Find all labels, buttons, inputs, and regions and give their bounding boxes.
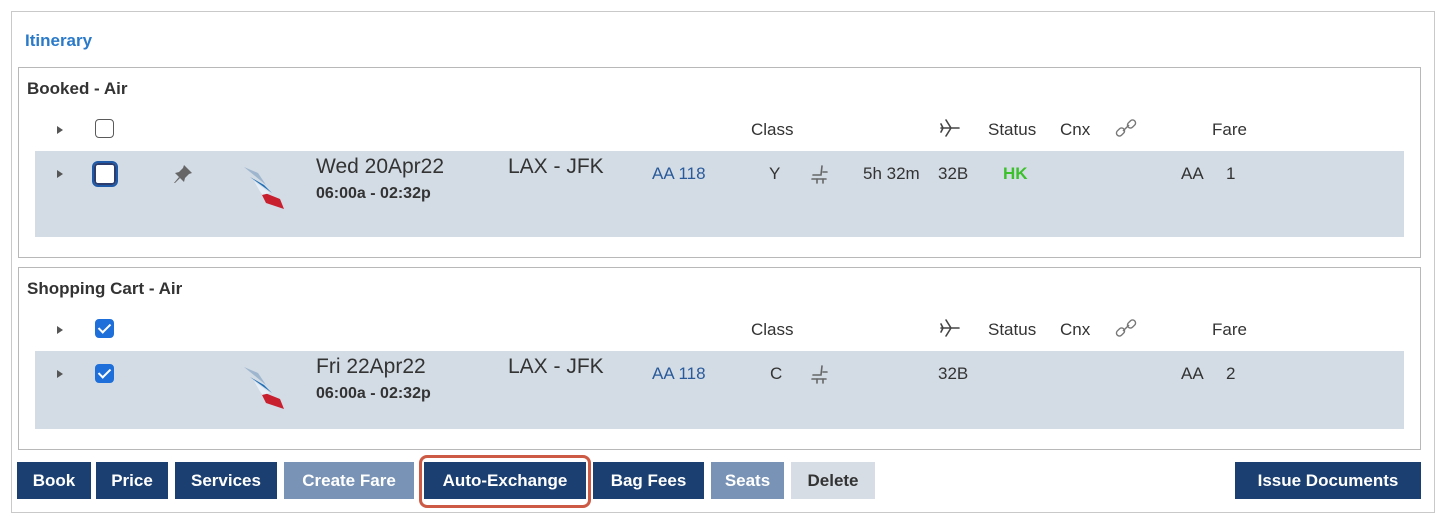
- seat-icon[interactable]: [809, 363, 831, 390]
- expand-segment-caret-icon[interactable]: [57, 170, 63, 178]
- shopping-cart-air-panel: Shopping Cart - Air Class Status Cnx Far…: [18, 267, 1421, 450]
- fare-column-header: Fare: [1212, 120, 1247, 139]
- itinerary-title: Itinerary: [25, 31, 93, 50]
- class-column-header: Class: [751, 120, 794, 139]
- cart-segment-class: C: [770, 364, 783, 383]
- cart-segment-equipment: 32B: [938, 364, 969, 383]
- bag-fees-button[interactable]: Bag Fees: [593, 462, 704, 499]
- booked-segment-status: HK: [1003, 164, 1028, 183]
- cart-select-all-checkbox[interactable]: [95, 319, 114, 338]
- booked-segment-flight-link[interactable]: AA 118: [652, 164, 706, 184]
- cnx-column-header: Cnx: [1060, 320, 1091, 339]
- seat-icon[interactable]: [809, 163, 831, 190]
- airplane-icon: [939, 318, 961, 343]
- booked-segment-fare: 1: [1226, 164, 1236, 183]
- cart-segment-route: LAX - JFK: [508, 355, 604, 378]
- booked-segment-duration: 5h 32m: [863, 164, 920, 183]
- expand-segment-caret-icon[interactable]: [57, 370, 63, 378]
- american-airlines-logo-icon: [240, 163, 290, 218]
- booked-segment-route: LAX - JFK: [508, 155, 604, 178]
- booked-segment-equipment: 32B: [938, 164, 969, 183]
- booked-air-panel: Booked - Air Class Status Cnx Fare Wed 2…: [18, 67, 1421, 258]
- auto-exchange-highlight: [419, 455, 591, 508]
- delete-button[interactable]: Delete: [791, 462, 875, 499]
- booked-segment-checkbox[interactable]: [92, 161, 118, 187]
- create-fare-button[interactable]: Create Fare: [284, 462, 414, 499]
- cart-segment-checkbox[interactable]: [95, 364, 114, 383]
- airplane-icon: [939, 118, 961, 143]
- seats-button[interactable]: Seats: [711, 462, 784, 499]
- expand-all-caret-icon[interactable]: [57, 126, 63, 134]
- cnx-column-header: Cnx: [1060, 120, 1091, 139]
- link-chain-icon: [1113, 316, 1141, 347]
- pin-icon[interactable]: [172, 163, 194, 190]
- cart-segment-row[interactable]: Fri 22Apr22 06:00a - 02:32p LAX - JFK AA…: [35, 351, 1404, 429]
- american-airlines-logo-icon: [240, 363, 290, 418]
- booked-segment-date: Wed 20Apr22: [316, 155, 445, 178]
- status-column-header: Status: [988, 320, 1037, 339]
- cart-segment-fare: 2: [1226, 364, 1236, 383]
- price-button[interactable]: Price: [96, 462, 168, 499]
- booked-segment-times: 06:00a - 02:32p: [316, 185, 431, 202]
- status-column-header: Status: [988, 120, 1037, 139]
- cart-segment-flight-link[interactable]: AA 118: [652, 364, 706, 384]
- booked-segment-class: Y: [769, 164, 781, 183]
- cart-segment-times: 06:00a - 02:32p: [316, 385, 431, 402]
- book-button[interactable]: Book: [17, 462, 91, 499]
- cart-header-row: Class Status Cnx Fare: [19, 316, 1420, 342]
- booked-segment-carrier: AA: [1181, 164, 1204, 183]
- cart-segment-date: Fri 22Apr22: [316, 355, 426, 378]
- link-chain-icon: [1113, 116, 1141, 147]
- shopping-cart-air-title: Shopping Cart - Air: [27, 279, 183, 298]
- class-column-header: Class: [751, 320, 794, 339]
- fare-column-header: Fare: [1212, 320, 1247, 339]
- issue-documents-button[interactable]: Issue Documents: [1235, 462, 1421, 499]
- services-button[interactable]: Services: [175, 462, 277, 499]
- booked-select-all-checkbox[interactable]: [95, 119, 114, 138]
- booked-air-title: Booked - Air: [27, 79, 128, 98]
- booked-header-row: Class Status Cnx Fare: [19, 116, 1420, 142]
- booked-segment-row[interactable]: Wed 20Apr22 06:00a - 02:32p LAX - JFK AA…: [35, 151, 1404, 237]
- expand-all-caret-icon[interactable]: [57, 326, 63, 334]
- cart-segment-carrier: AA: [1181, 364, 1204, 383]
